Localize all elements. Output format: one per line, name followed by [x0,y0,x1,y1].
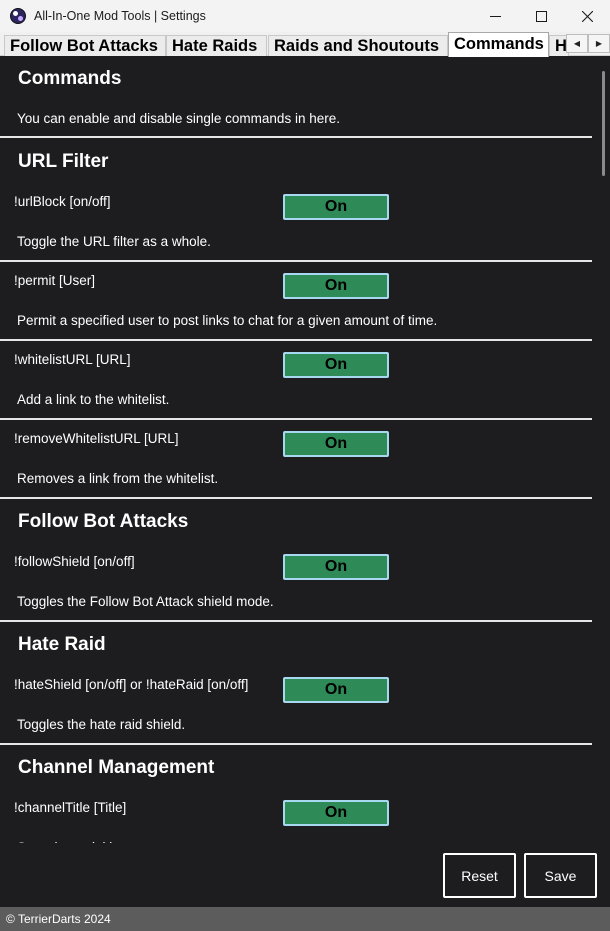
section-title-channel-management: Channel Management [18,757,215,778]
command-description: Toggles the Follow Bot Attack shield mod… [17,594,274,609]
command-row-hateshield: Hate Raid !hateShield [on/off] or !hateR… [0,622,592,745]
action-bar: Reset Save [0,843,610,907]
tab-commands[interactable]: Commands [448,32,549,57]
window-controls [472,0,610,32]
toggle-removewhitelisturl-button[interactable]: On [283,431,389,457]
tab-scroll-right-button[interactable]: ▶ [588,34,610,53]
command-label: !hateShield [on/off] or !hateRaid [on/of… [14,677,249,692]
tab-hate-raids[interactable]: Hate Raids [166,35,267,56]
command-description: Toggle the URL filter as a whole. [17,234,211,249]
tab-follow-bot-attacks[interactable]: Follow Bot Attacks [4,35,166,56]
minimize-icon [489,15,501,17]
command-label: !removeWhitelistURL [URL] [14,431,179,446]
command-row-permit: !permit [User] On Permit a specified use… [0,262,592,341]
command-row-followshield: Follow Bot Attacks !followShield [on/off… [0,499,592,622]
command-description: Add a link to the whitelist. [17,392,170,407]
toggle-urlblock-button[interactable]: On [283,194,389,220]
command-label: !permit [User] [14,273,96,288]
vertical-scrollbar[interactable] [592,56,610,843]
chevron-right-icon: ▶ [595,39,603,48]
section-title-commands: Commands [18,68,122,89]
title-bar: All-In-One Mod Tools | Settings [0,0,610,32]
command-label: !whitelistURL [URL] [14,352,131,367]
command-label: !channelTitle [Title] [14,800,127,815]
app-logo-icon [10,8,26,24]
minimize-button[interactable] [472,0,518,32]
command-description: Toggles the hate raid shield. [17,717,186,732]
tab-scroll-left-button[interactable]: ◀ [566,34,588,53]
command-row-removewhitelisturl: !removeWhitelistURL [URL] On Removes a l… [0,420,592,499]
command-row-urlblock: URL Filter !urlBlock [on/off] On Toggle … [0,138,592,262]
toggle-channeltitle-button[interactable]: On [283,800,389,826]
command-row-whitelisturl: !whitelistURL [URL] On Add a link to the… [0,341,592,420]
section-title-follow-bot-attacks: Follow Bot Attacks [18,511,189,532]
command-row-channeltitle: Channel Management !channelTitle [Title]… [0,745,592,845]
close-button[interactable] [564,0,610,32]
toggle-followshield-button[interactable]: On [283,554,389,580]
scrollbar-thumb[interactable] [602,71,605,176]
chevron-left-icon: ◀ [573,39,581,48]
maximize-icon [535,10,547,22]
toggle-whitelisturl-button[interactable]: On [283,352,389,378]
close-icon [581,10,593,22]
window-title: All-In-One Mod Tools | Settings [34,9,206,23]
section-title-url-filter: URL Filter [18,151,109,172]
save-button[interactable]: Save [524,853,597,898]
section-description: You can enable and disable single comman… [17,111,340,126]
command-label: !followShield [on/off] [14,554,135,569]
reset-button[interactable]: Reset [443,853,516,898]
toggle-permit-button[interactable]: On [283,273,389,299]
command-description: Permit a specified user to post links to… [17,313,438,328]
command-label: !urlBlock [on/off] [14,194,111,209]
command-description: Removes a link from the whitelist. [17,471,219,486]
settings-panel: Commands You can enable and disable sing… [0,56,610,907]
maximize-button[interactable] [518,0,564,32]
section-commands-intro: Commands You can enable and disable sing… [0,56,592,138]
footer-copyright: © TerrierDarts 2024 [0,907,610,931]
tab-strip: Follow Bot Attacks Hate Raids Raids and … [0,32,610,57]
section-title-hate-raid: Hate Raid [18,634,106,655]
tab-raids-and-shoutouts[interactable]: Raids and Shoutouts [268,35,448,56]
toggle-hateshield-button[interactable]: On [283,677,389,703]
tab-scroll-arrows: ◀ ▶ [566,34,610,53]
